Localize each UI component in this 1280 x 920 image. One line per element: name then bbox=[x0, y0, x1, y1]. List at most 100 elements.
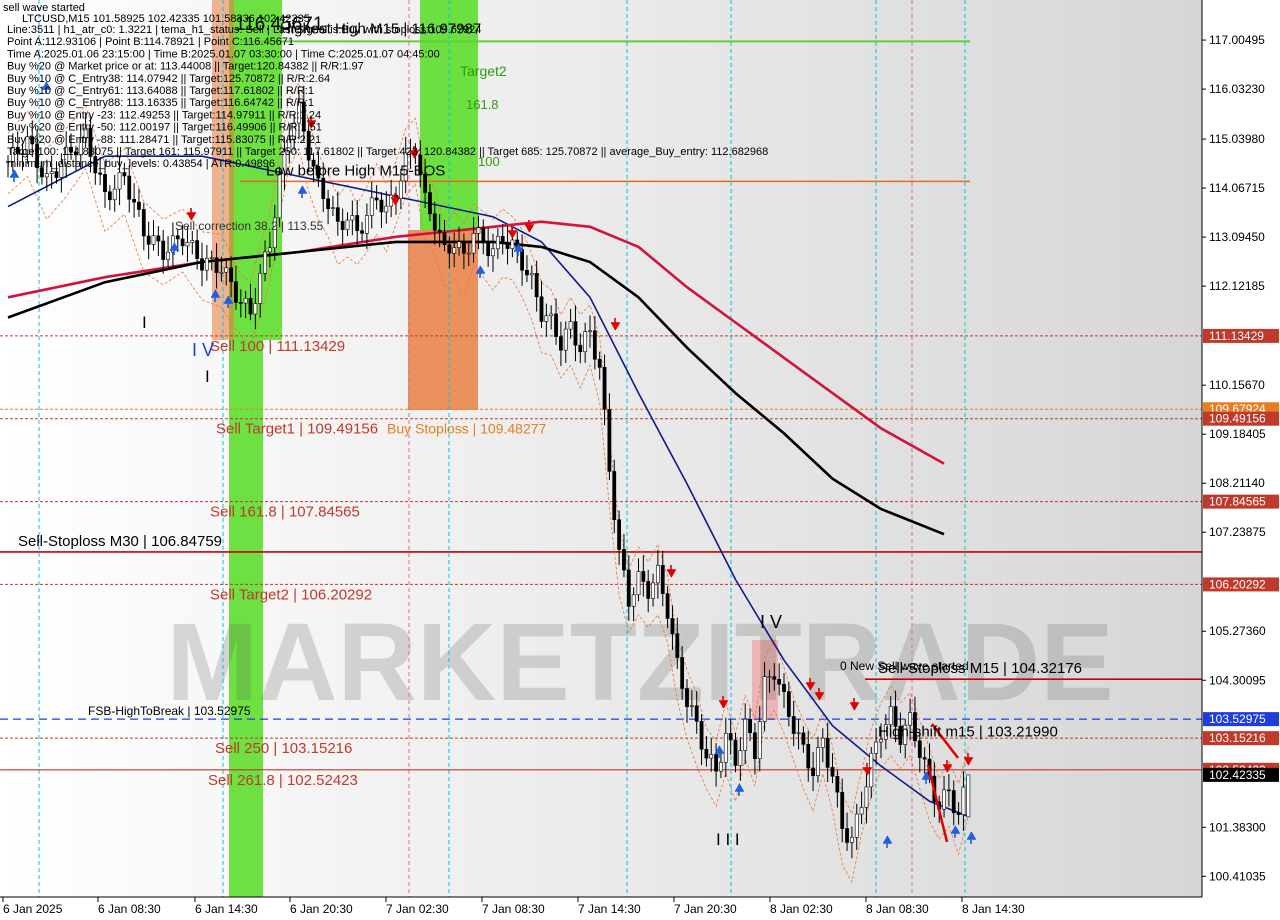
candle-body bbox=[782, 683, 786, 692]
candle-body bbox=[636, 571, 641, 596]
candle-body bbox=[694, 705, 699, 722]
candle-body bbox=[583, 331, 588, 353]
candle-body bbox=[825, 737, 830, 768]
candle-body bbox=[728, 732, 733, 741]
candle-body bbox=[107, 191, 112, 201]
candle-body bbox=[573, 321, 578, 346]
time-tick-label: 7 Jan 14:30 bbox=[578, 902, 641, 916]
candle-body bbox=[141, 209, 146, 237]
candle-body bbox=[476, 227, 481, 234]
candle-body bbox=[331, 207, 335, 209]
candle-body bbox=[641, 571, 646, 582]
candle-body bbox=[961, 786, 966, 815]
candle-body bbox=[840, 791, 845, 829]
label-sell-target2: Sell Target2 | 106.20292 bbox=[210, 586, 372, 603]
candle-body bbox=[486, 242, 491, 257]
candle-body bbox=[219, 271, 224, 274]
candle-body bbox=[748, 718, 752, 734]
candle-body bbox=[777, 679, 782, 685]
info-line-1: Point A:112.93106 | Point B:114.78921 | … bbox=[7, 36, 294, 48]
price-badge-label: 107.84565 bbox=[1209, 495, 1266, 509]
candle-body bbox=[127, 175, 132, 200]
candle-body bbox=[835, 775, 840, 793]
candle-body bbox=[525, 269, 529, 276]
candle-body bbox=[277, 173, 282, 219]
info-line-9: Buy %20 @ Entry -88: 111.28471 || Target… bbox=[7, 134, 321, 146]
candle-body bbox=[651, 582, 655, 599]
candle-body bbox=[917, 740, 922, 758]
candle-body bbox=[350, 215, 355, 221]
candle-body bbox=[820, 737, 825, 748]
candle-body bbox=[428, 192, 432, 215]
candle-body bbox=[369, 197, 374, 216]
candle-body bbox=[263, 251, 267, 274]
price-tick-label: 101.38300 bbox=[1209, 820, 1266, 834]
candle-body bbox=[345, 219, 350, 230]
candle-body bbox=[602, 367, 607, 410]
candle-body bbox=[156, 235, 161, 242]
candle-body bbox=[190, 240, 195, 243]
candle-body bbox=[704, 748, 709, 759]
price-tick-label: 100.41035 bbox=[1209, 869, 1266, 883]
candle-body bbox=[854, 813, 859, 838]
candle-body bbox=[719, 762, 723, 772]
time-tick-label: 8 Jan 08:30 bbox=[866, 902, 929, 916]
candle-body bbox=[563, 328, 568, 351]
price-tick-label: 105.27360 bbox=[1209, 624, 1266, 638]
candle-body bbox=[791, 716, 796, 734]
label-sell-250: Sell 250 | 103.15216 bbox=[215, 740, 352, 757]
candle-body bbox=[54, 171, 59, 178]
label-target2: Target2 bbox=[460, 63, 507, 79]
candle-body bbox=[209, 257, 214, 260]
candle-body bbox=[655, 565, 660, 584]
candle-body bbox=[738, 750, 743, 766]
candle-body bbox=[520, 249, 525, 271]
candle-body bbox=[622, 549, 626, 571]
info-line-11: minimum_distance_buy_levels: 0.43854 | A… bbox=[7, 158, 275, 170]
candle-body bbox=[539, 296, 544, 322]
candle-body bbox=[471, 232, 476, 254]
candle-body bbox=[956, 812, 961, 815]
candle-body bbox=[670, 618, 675, 635]
info-line-6: Buy %10 @ C_Entry88: 113.16335 || Target… bbox=[7, 97, 314, 109]
candle-body bbox=[578, 344, 583, 353]
candle-body bbox=[966, 774, 971, 818]
info-line-8: Buy %20 @ Entry -50: 112.00197 || Target… bbox=[7, 122, 322, 134]
candle-body bbox=[166, 251, 170, 260]
candle-body bbox=[364, 215, 369, 234]
candle-body bbox=[117, 172, 122, 190]
label-low-before-high: Low before High M15-BOS bbox=[266, 162, 445, 179]
candle-body bbox=[432, 213, 437, 231]
wave-label-iii: I I I bbox=[716, 830, 740, 849]
price-badge-label: 103.52975 bbox=[1209, 712, 1266, 726]
candle-body bbox=[660, 565, 665, 594]
candle-body bbox=[568, 321, 573, 330]
price-tick-label: 108.21140 bbox=[1209, 476, 1265, 490]
candle-body bbox=[491, 248, 495, 257]
info-line-4: Buy %10 @ C_Entry38: 114.07942 || Target… bbox=[7, 73, 330, 85]
price-tick-label: 110.15670 bbox=[1209, 378, 1265, 392]
candle-body bbox=[631, 594, 636, 607]
price-tick-label: 117.00495 bbox=[1209, 33, 1265, 47]
candle-body bbox=[379, 199, 384, 213]
trading-chart[interactable]: MARKETZITRADE Sell 100 | 111.13429Sell T… bbox=[0, 0, 1280, 920]
candle-body bbox=[389, 194, 394, 207]
price-badge-label: 103.15216 bbox=[1209, 731, 1266, 745]
candle-body bbox=[253, 303, 258, 315]
candle-body bbox=[864, 786, 869, 808]
candle-body bbox=[437, 229, 442, 233]
candle-body bbox=[44, 173, 49, 178]
candle-body bbox=[816, 747, 820, 777]
candle-body bbox=[243, 298, 248, 304]
label-sell-target1: Sell Target1 | 109.49156 bbox=[216, 421, 378, 438]
candle-body bbox=[500, 236, 505, 243]
candle-body bbox=[122, 172, 127, 177]
candle-body bbox=[238, 302, 243, 304]
candle-body bbox=[103, 174, 107, 193]
info-line-2: Time A:2025.01.06 23:15:00 | Time B:2025… bbox=[7, 48, 440, 60]
candle-body bbox=[859, 807, 864, 815]
price-tick-label: 113.09450 bbox=[1209, 230, 1265, 244]
time-tick-label: 6 Jan 2025 bbox=[3, 902, 63, 916]
candle-body bbox=[258, 273, 263, 304]
candle-body bbox=[554, 313, 558, 337]
